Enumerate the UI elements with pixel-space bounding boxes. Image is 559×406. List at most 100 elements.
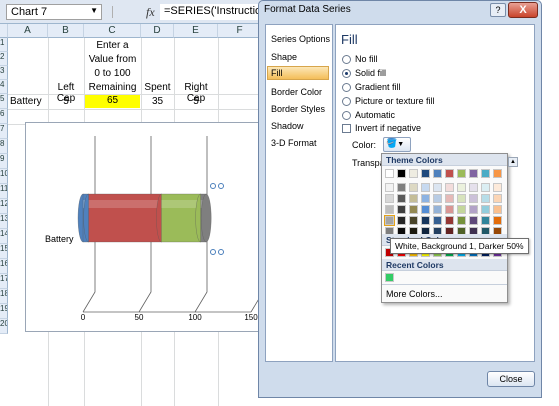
battery-chart[interactable]: 0 50 100 150 Battery — [25, 122, 261, 332]
help-icon[interactable]: ? — [490, 3, 506, 17]
color-swatch[interactable] — [397, 194, 406, 203]
row-header[interactable]: 1 — [0, 38, 8, 52]
formula-input[interactable]: =SERIES('Instruction — [160, 4, 262, 20]
color-swatch[interactable] — [421, 183, 430, 192]
row-header[interactable]: 10 — [0, 169, 8, 184]
column-header-b[interactable]: B — [48, 24, 84, 38]
bar-segment[interactable] — [161, 193, 206, 243]
bar-segment[interactable] — [88, 193, 167, 243]
color-swatch[interactable] — [385, 183, 394, 192]
color-swatch[interactable] — [469, 194, 478, 203]
bar-segment[interactable] — [200, 193, 212, 243]
invert-checkbox[interactable] — [342, 124, 351, 133]
color-swatch[interactable] — [457, 194, 466, 203]
column-header-c[interactable]: C — [84, 24, 141, 38]
color-swatch[interactable] — [457, 216, 466, 225]
color-swatch[interactable] — [397, 183, 406, 192]
cell-c1-line2[interactable]: Value from — [84, 54, 141, 65]
color-swatch[interactable] — [457, 183, 466, 192]
row-header[interactable]: 5 — [0, 94, 8, 109]
radio-solid-fill[interactable] — [342, 69, 351, 78]
color-swatch[interactable] — [469, 216, 478, 225]
option-label[interactable]: Picture or texture fill — [355, 96, 435, 106]
color-swatch[interactable] — [481, 194, 490, 203]
color-swatch[interactable] — [481, 205, 490, 214]
cell-left-cap-value[interactable]: 5 — [48, 96, 84, 107]
cell-remaining-header[interactable]: Remaining — [84, 82, 141, 93]
color-swatch[interactable] — [409, 194, 418, 203]
color-swatch[interactable] — [433, 194, 442, 203]
column-header-a[interactable]: A — [8, 24, 48, 38]
nav-border-color[interactable]: Border Color — [271, 87, 322, 97]
option-label[interactable]: Automatic — [355, 110, 395, 120]
invert-label[interactable]: Invert if negative — [355, 123, 421, 133]
color-swatch[interactable] — [469, 205, 478, 214]
nav-fill[interactable]: Fill — [267, 66, 329, 80]
color-swatch[interactable] — [421, 205, 430, 214]
color-picker-button[interactable]: 🪣▼ — [383, 137, 411, 152]
nav-border-styles[interactable]: Border Styles — [271, 104, 325, 114]
color-swatch[interactable] — [409, 205, 418, 214]
color-swatch[interactable] — [481, 183, 490, 192]
select-all-corner[interactable] — [0, 24, 8, 38]
row-header[interactable]: 6 — [0, 109, 8, 124]
cell-c1-line3[interactable]: 0 to 100 — [84, 68, 141, 79]
option-label[interactable]: Gradient fill — [355, 82, 401, 92]
row-header[interactable]: 15 — [0, 244, 8, 259]
nav-shape[interactable]: Shape — [271, 52, 297, 62]
color-swatch[interactable] — [445, 183, 454, 192]
row-header[interactable]: 12 — [0, 199, 8, 214]
color-swatch[interactable] — [469, 183, 478, 192]
cell-spent-value[interactable]: 35 — [141, 96, 174, 107]
row-header[interactable]: 14 — [0, 229, 8, 244]
color-swatch[interactable] — [409, 169, 418, 178]
row-header[interactable]: 18 — [0, 289, 8, 304]
color-swatch[interactable] — [384, 215, 395, 226]
color-swatch[interactable] — [397, 205, 406, 214]
cell-c1-line1[interactable]: Enter a — [84, 40, 141, 51]
color-swatch[interactable] — [493, 194, 502, 203]
color-swatch[interactable] — [493, 205, 502, 214]
color-swatch[interactable] — [481, 169, 490, 178]
color-swatch[interactable] — [397, 216, 406, 225]
row-header[interactable]: 16 — [0, 259, 8, 274]
row-header[interactable]: 3 — [0, 66, 8, 80]
color-swatch[interactable] — [409, 183, 418, 192]
row-header[interactable]: 19 — [0, 304, 8, 319]
chevron-down-icon[interactable]: ▼ — [90, 6, 98, 15]
row-header[interactable]: 7 — [0, 124, 8, 139]
radio-picture-fill[interactable] — [342, 97, 351, 106]
row-header[interactable]: 9 — [0, 154, 8, 169]
nav-3d-format[interactable]: 3-D Format — [271, 138, 317, 148]
radio-automatic[interactable] — [342, 111, 351, 120]
radio-gradient-fill[interactable] — [342, 83, 351, 92]
color-swatch[interactable] — [481, 216, 490, 225]
row-header[interactable]: 17 — [0, 274, 8, 289]
color-swatch[interactable] — [457, 205, 466, 214]
row-header[interactable]: 4 — [0, 80, 8, 94]
color-swatch[interactable] — [421, 216, 430, 225]
row-header[interactable]: 13 — [0, 214, 8, 229]
color-swatch[interactable] — [397, 169, 406, 178]
nav-series-options[interactable]: Series Options — [271, 34, 330, 44]
color-swatch[interactable] — [445, 169, 454, 178]
color-swatch[interactable] — [421, 194, 430, 203]
cell-spent-header[interactable]: Spent — [141, 82, 174, 93]
close-button[interactable]: Close — [487, 371, 535, 387]
color-swatch[interactable] — [433, 205, 442, 214]
option-label[interactable]: Solid fill — [355, 68, 386, 78]
column-header-d[interactable]: D — [141, 24, 174, 38]
close-icon[interactable]: X — [508, 2, 538, 18]
recent-color-swatch[interactable] — [385, 273, 394, 282]
color-swatch[interactable] — [469, 169, 478, 178]
color-swatch[interactable] — [445, 205, 454, 214]
color-swatch[interactable] — [445, 216, 454, 225]
color-swatch[interactable] — [433, 183, 442, 192]
cell-battery-label[interactable]: Battery — [10, 96, 48, 107]
column-header-f[interactable]: F — [218, 24, 262, 38]
color-swatch[interactable] — [493, 169, 502, 178]
column-header-e[interactable]: E — [174, 24, 218, 38]
insert-function-icon[interactable]: fx — [146, 5, 155, 20]
color-swatch[interactable] — [433, 169, 442, 178]
color-swatch[interactable] — [457, 169, 466, 178]
